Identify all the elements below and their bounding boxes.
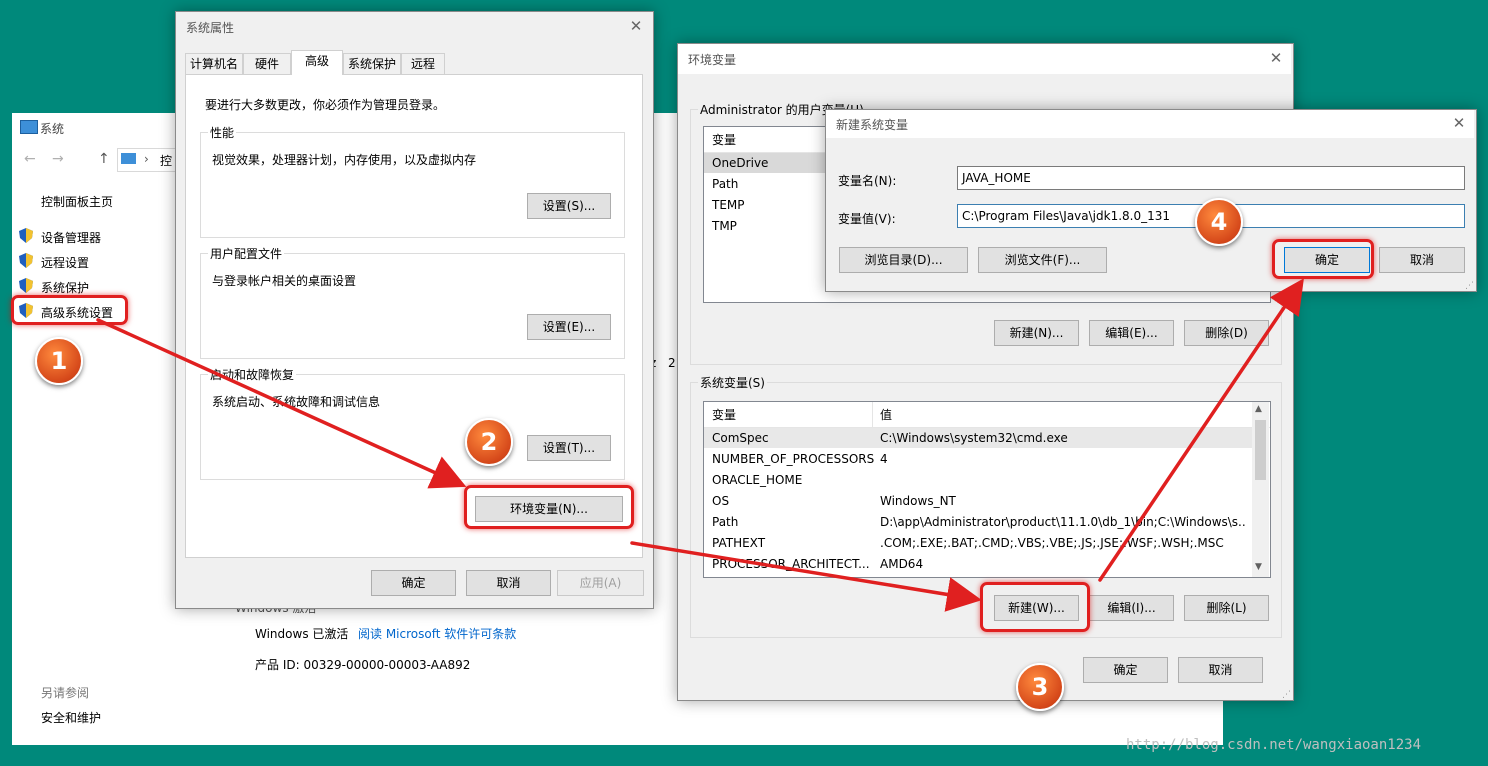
annotation-arrows [96, 278, 1304, 612]
arrow-3-to-4 [1098, 278, 1304, 582]
step-badge-2: 2 [465, 418, 513, 466]
step-badge-3: 3 [1016, 663, 1064, 711]
step-badge-4: 4 [1195, 198, 1243, 246]
arrow-2-to-3 [630, 541, 982, 612]
tab-advanced[interactable]: 高级 [291, 50, 343, 75]
watermark: http://blog.csdn.net/wangxiaoan1234 [1126, 737, 1422, 753]
arrow-1-to-2 [96, 318, 467, 489]
step-badge-1: 1 [35, 337, 83, 385]
